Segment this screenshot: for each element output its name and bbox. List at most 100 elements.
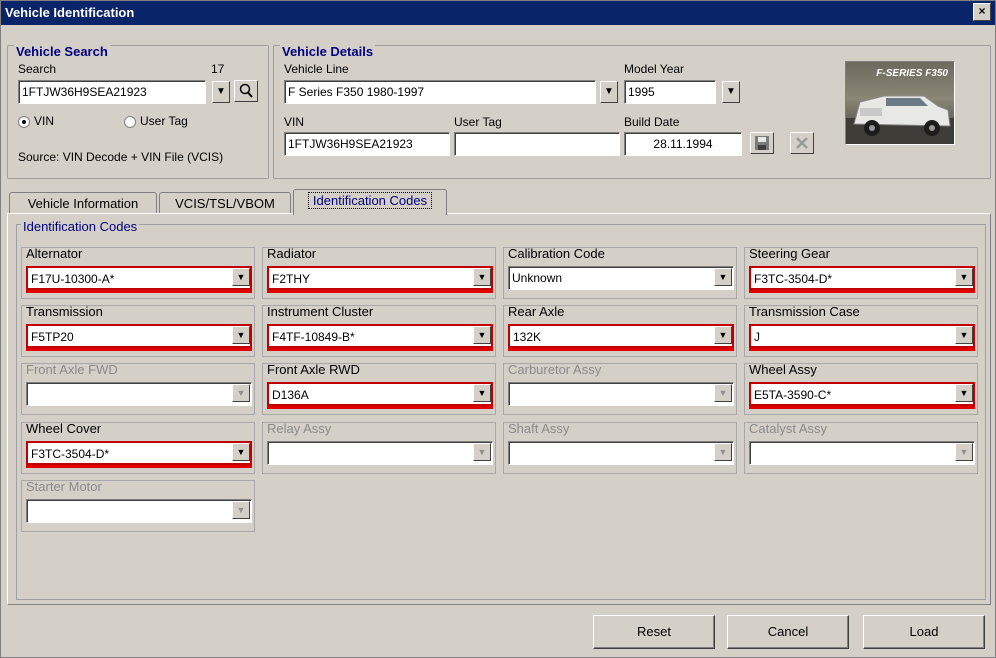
identification-codes-group: Identification Codes Alternator F17U-1030… (16, 219, 986, 600)
code-select-instrument-cluster[interactable]: F4TF-10849-B* ▼ (267, 324, 493, 351)
code-cell-transmission: Transmission F5TP20 ▼ (21, 304, 255, 357)
chevron-down-icon[interactable]: ▼ (955, 384, 973, 402)
close-x-icon (796, 137, 808, 149)
code-select-steering-gear[interactable]: F3TC-3504-D* ▼ (749, 266, 975, 293)
save-button[interactable] (750, 132, 774, 154)
chevron-down-icon[interactable]: ▼ (955, 268, 973, 286)
code-label-steering-gear: Steering Gear (749, 246, 830, 261)
tab-strip: Vehicle Information VCIS/TSL/VBOM Identi… (1, 189, 995, 215)
code-label-front-axle-fwd: Front Axle FWD (26, 362, 118, 377)
vehicle-line-dropdown[interactable]: ▼ (600, 81, 618, 103)
magnifier-icon (239, 83, 253, 98)
code-select-catalyst-assy: ▼ (749, 441, 975, 465)
chevron-down-icon[interactable]: ▼ (714, 326, 732, 344)
code-cell-instrument-cluster: Instrument Cluster F4TF-10849-B* ▼ (262, 304, 496, 357)
chevron-down-icon: ▼ (955, 443, 973, 461)
vehicle-thumbnail: F-SERIES F350 (845, 61, 955, 145)
radio-vin[interactable] (18, 116, 30, 128)
code-label-catalyst-assy: Catalyst Assy (749, 421, 828, 436)
close-icon[interactable]: × (973, 3, 991, 21)
identification-codes-title: Identification Codes (21, 219, 140, 234)
search-char-count: 17 (211, 62, 225, 76)
vin-label: VIN (284, 115, 305, 129)
code-cell-calibration-code: Calibration Code Unknown ▼ (503, 246, 737, 299)
tab-identification-codes-label: Identification Codes (307, 192, 433, 209)
search-history-dropdown[interactable]: ▼ (212, 81, 230, 103)
chevron-down-icon[interactable]: ▼ (714, 268, 732, 286)
chevron-down-icon[interactable]: ▼ (232, 268, 250, 286)
code-cell-front-axle-fwd: Front Axle FWD ▼ (21, 362, 255, 415)
radio-user-tag[interactable] (124, 116, 136, 128)
clear-button[interactable] (790, 132, 814, 154)
code-select-relay-assy: ▼ (267, 441, 493, 465)
chevron-down-icon[interactable]: ▼ (955, 326, 973, 344)
tab-identification-codes[interactable]: Identification Codes (293, 189, 447, 215)
code-label-shaft-assy: Shaft Assy (508, 421, 570, 436)
build-date-field[interactable]: 28.11.1994 (624, 132, 742, 156)
code-label-calibration-code: Calibration Code (508, 246, 605, 261)
code-cell-wheel-assy: Wheel Assy E5TA-3590-C* ▼ (744, 362, 978, 415)
code-select-starter-motor: ▼ (26, 499, 252, 523)
search-button[interactable] (234, 80, 258, 102)
chevron-down-icon[interactable]: ▼ (232, 443, 250, 461)
code-value-instrument-cluster: F4TF-10849-B* (272, 330, 355, 344)
code-value-wheel-assy: E5TA-3590-C* (754, 388, 832, 402)
chevron-down-icon[interactable]: ▼ (473, 384, 491, 402)
chevron-down-icon[interactable]: ▼ (473, 326, 491, 344)
radio-vin-label: VIN (34, 114, 55, 128)
cancel-button[interactable]: Cancel (727, 615, 849, 649)
code-cell-front-axle-rwd: Front Axle RWD D136A ▼ (262, 362, 496, 415)
code-select-transmission-case[interactable]: J ▼ (749, 324, 975, 351)
chevron-down-icon[interactable]: ▼ (473, 268, 491, 286)
code-select-carburetor-assy: ▼ (508, 382, 734, 406)
user-tag-field[interactable] (454, 132, 620, 156)
code-cell-rear-axle: Rear Axle 132K ▼ (503, 304, 737, 357)
tab-vcis-tsl-vbom[interactable]: VCIS/TSL/VBOM (159, 192, 291, 214)
code-label-wheel-cover: Wheel Cover (26, 421, 102, 436)
vehicle-identification-window: Vehicle Identification × Vehicle Search … (0, 0, 996, 658)
code-select-wheel-cover[interactable]: F3TC-3504-D* ▼ (26, 441, 252, 468)
code-label-relay-assy: Relay Assy (267, 421, 332, 436)
code-select-alternator[interactable]: F17U-10300-A* ▼ (26, 266, 252, 293)
code-cell-catalyst-assy: Catalyst Assy ▼ (744, 421, 978, 474)
chevron-down-icon: ▼ (714, 384, 732, 402)
model-year-field[interactable]: 1995 (624, 80, 716, 104)
code-select-radiator[interactable]: F2THY ▼ (267, 266, 493, 293)
tab-vehicle-information[interactable]: Vehicle Information (9, 192, 157, 214)
code-value-wheel-cover: F3TC-3504-D* (31, 447, 110, 461)
code-select-shaft-assy: ▼ (508, 441, 734, 465)
code-value-alternator: F17U-10300-A* (31, 272, 115, 286)
chevron-down-icon: ▼ (232, 384, 250, 402)
radio-user-tag-label: User Tag (140, 114, 188, 128)
code-select-rear-axle[interactable]: 132K ▼ (508, 324, 734, 351)
chevron-down-icon: ▼ (714, 443, 732, 461)
load-button[interactable]: Load (863, 615, 985, 649)
code-label-transmission-case: Transmission Case (749, 304, 860, 319)
code-value-rear-axle: 132K (513, 330, 542, 344)
code-select-transmission[interactable]: F5TP20 ▼ (26, 324, 252, 351)
reset-button[interactable]: Reset (593, 615, 715, 649)
code-select-front-axle-rwd[interactable]: D136A ▼ (267, 382, 493, 409)
code-cell-steering-gear: Steering Gear F3TC-3504-D* ▼ (744, 246, 978, 299)
code-select-front-axle-fwd: ▼ (26, 382, 252, 406)
title-bar: Vehicle Identification × (1, 1, 995, 25)
code-value-front-axle-rwd: D136A (272, 388, 309, 402)
vehicle-line-label: Vehicle Line (284, 62, 349, 76)
chevron-down-icon: ▼ (473, 443, 491, 461)
chevron-down-icon[interactable]: ▼ (232, 326, 250, 344)
code-cell-carburetor-assy: Carburetor Assy ▼ (503, 362, 737, 415)
vehicle-line-field[interactable]: F Series F350 1980-1997 (284, 80, 596, 104)
code-select-wheel-assy[interactable]: E5TA-3590-C* ▼ (749, 382, 975, 409)
source-text: Source: VIN Decode + VIN File (VCIS) (18, 150, 224, 164)
vehicle-details-title: Vehicle Details (280, 44, 376, 59)
thumbnail-caption: F-SERIES F350 (876, 68, 948, 79)
floppy-disk-icon (755, 136, 769, 150)
code-cell-starter-motor: Starter Motor ▼ (21, 479, 255, 532)
code-label-instrument-cluster: Instrument Cluster (267, 304, 374, 319)
build-date-label: Build Date (624, 115, 680, 129)
search-input[interactable]: 1FTJW36H9SEA21923 (18, 80, 206, 104)
model-year-dropdown[interactable]: ▼ (722, 81, 740, 103)
vin-field[interactable]: 1FTJW36H9SEA21923 (284, 132, 450, 156)
code-select-calibration-code[interactable]: Unknown ▼ (508, 266, 734, 290)
code-label-radiator: Radiator (267, 246, 317, 261)
